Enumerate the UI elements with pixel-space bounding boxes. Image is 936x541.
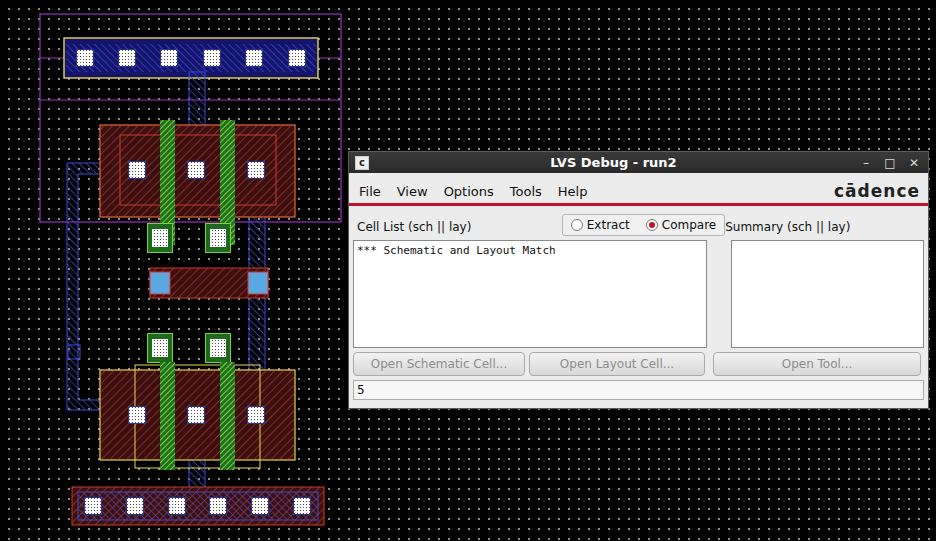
close-button[interactable]: ✕ (906, 154, 922, 172)
menu-item[interactable]: View (397, 182, 428, 202)
minimize-button[interactable]: – (858, 154, 874, 172)
cell-list-label: Cell List (sch || lay) (357, 218, 562, 236)
window-controls: –□ ✕ (858, 154, 922, 172)
menu-bar: File View Options Tools Help cādence (349, 177, 928, 203)
mode-radio-group: Extract Compare (562, 214, 725, 236)
menu-item[interactable]: Options (444, 182, 494, 202)
open-button[interactable]: Open Tool... (713, 352, 921, 376)
window-title: LVS Debug - run2 (369, 153, 858, 173)
layout-view (0, 0, 350, 541)
mode-radio[interactable]: Compare (646, 216, 716, 234)
radio-dot[interactable] (571, 219, 583, 231)
button-label: Open Tool... (782, 357, 853, 371)
lvs-debug-window[interactable]: cLVS Debug - run2–□ ✕ File View Options Tools… (348, 151, 929, 409)
summary-list[interactable] (731, 240, 924, 348)
open-button[interactable]: Open Schematic Cell... (353, 352, 525, 376)
cell-list[interactable]: *** Schematic and Layout Match (353, 240, 707, 348)
app-icon: c (355, 156, 369, 170)
button-row: Open Schematic Cell... Open Layout Cell..… (349, 352, 928, 376)
button-label: Open Layout Cell... (560, 357, 674, 371)
maximize-button[interactable]: □ (882, 154, 898, 172)
summary-label: Summary (sch || lay) (725, 218, 920, 236)
menu-item[interactable]: Tools (510, 182, 542, 202)
menu-item[interactable]: Help (558, 182, 588, 202)
mode-radio[interactable]: Extract (571, 216, 630, 234)
status-field: 5 (353, 380, 924, 400)
status-bar: 5 (349, 380, 928, 400)
menu-item[interactable]: File (359, 182, 381, 202)
list-row: *** Schematic and Layout Match (349, 240, 928, 348)
header-row: Cell List (sch || lay) Extract Compare Summ… (349, 214, 928, 236)
cell-list-item[interactable]: *** Schematic and Layout Match (357, 243, 703, 260)
open-button[interactable]: Open Layout Cell... (529, 352, 705, 376)
cadence-logo: cādence (834, 179, 920, 205)
radio-dot[interactable] (646, 219, 658, 231)
divider (349, 203, 928, 206)
button-label: Open Schematic Cell... (371, 357, 507, 371)
title-bar[interactable]: cLVS Debug - run2–□ ✕ (349, 152, 928, 173)
radio-label: Extract (587, 216, 630, 234)
radio-label: Compare (662, 216, 716, 234)
